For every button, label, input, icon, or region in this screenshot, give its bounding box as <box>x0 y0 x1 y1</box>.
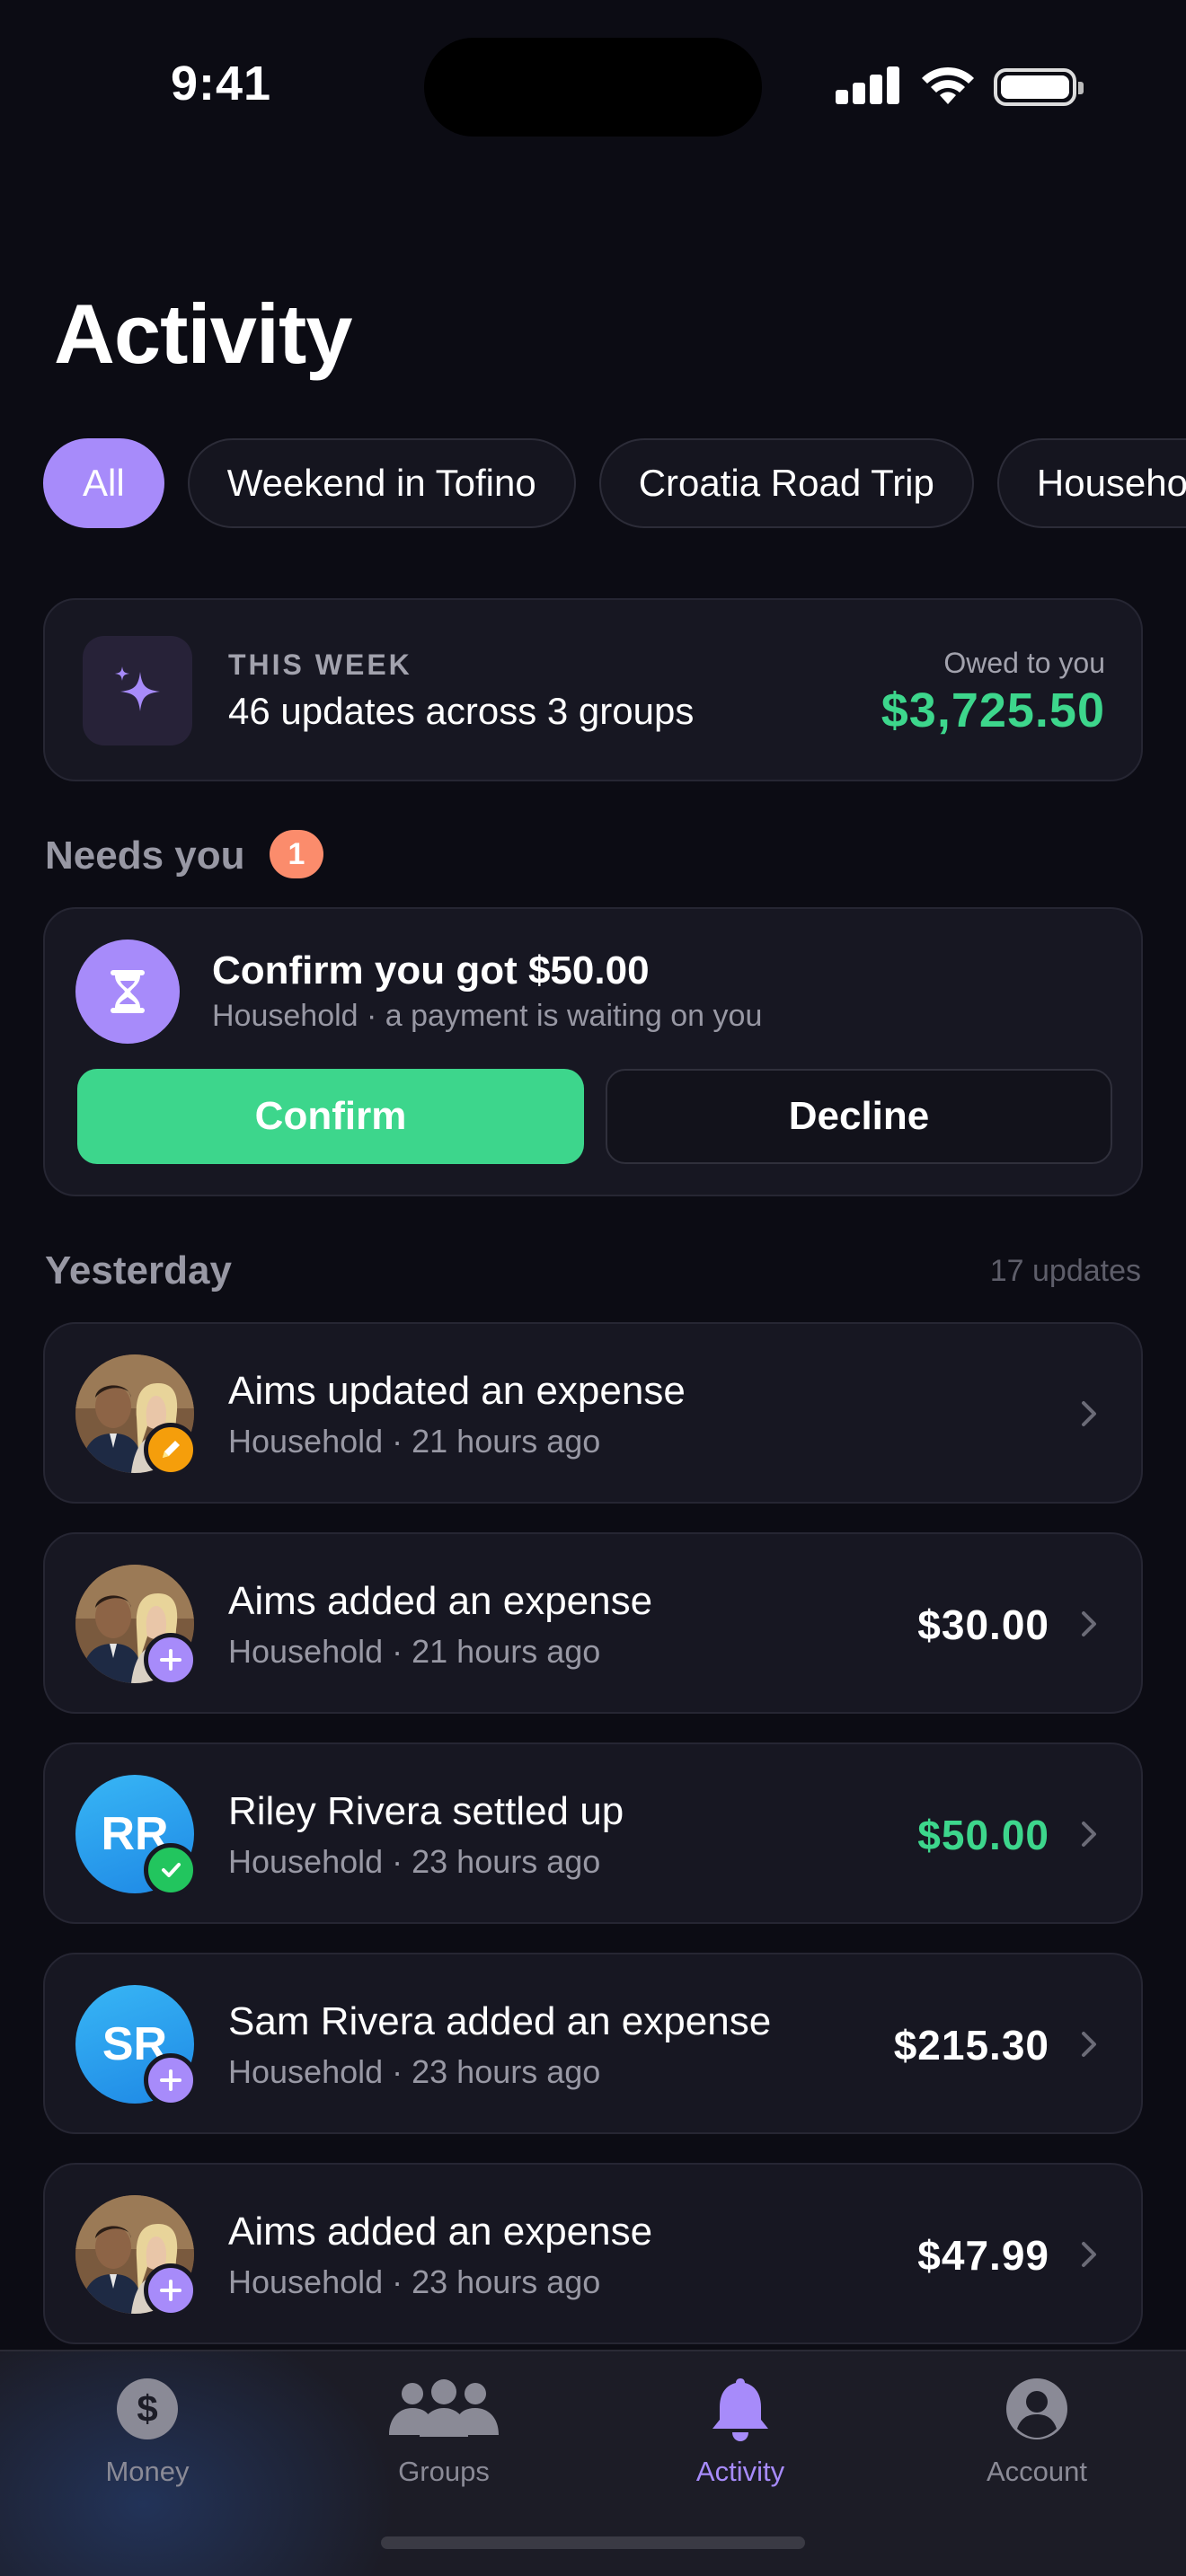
avatar: SR <box>75 1985 198 2107</box>
tab-label: Account <box>986 2456 1087 2487</box>
decline-button[interactable]: Decline <box>606 1069 1112 1164</box>
tab-label: Groups <box>398 2456 490 2487</box>
hourglass-icon <box>75 940 180 1044</box>
status-time: 9:41 <box>171 57 272 110</box>
tab-money[interactable]: $ Money <box>13 2373 282 2517</box>
tab-label: Money <box>105 2456 190 2487</box>
checkmark-icon <box>144 1843 198 1897</box>
yesterday-update-count: 17 updates <box>989 1254 1141 1288</box>
people-icon <box>385 2373 502 2445</box>
activity-row[interactable]: SR Sam Rivera added an expense Household… <box>43 1953 1143 2134</box>
plus-icon <box>144 2053 198 2107</box>
sparkles-icon <box>83 636 192 745</box>
plus-icon <box>144 1633 198 1687</box>
pending-title: Confirm you got $50.00 <box>212 948 650 992</box>
chevron-right-icon <box>1082 2242 1096 2267</box>
dollar-icon: $ <box>89 2373 206 2445</box>
home-indicator[interactable] <box>381 2536 805 2549</box>
avatar <box>75 1565 198 1687</box>
activity-row[interactable]: Aims added an expense Household · 21 hou… <box>43 1532 1143 1714</box>
activity-title: Aims updated an expense <box>228 1369 686 1413</box>
tab-label: Activity <box>695 2456 785 2487</box>
owed-amount: $3,725.50 <box>881 684 1105 737</box>
chevron-right-icon <box>1082 1822 1096 1847</box>
activity-amount: $215.30 <box>893 2022 1049 2069</box>
battery-icon <box>994 68 1084 106</box>
needs-you-count-badge: 1 <box>270 830 323 878</box>
activity-meta: Household · 23 hours ago <box>228 2263 601 2300</box>
avatar <box>75 1354 198 1477</box>
avatar <box>75 2195 198 2317</box>
activity-row[interactable]: Aims added an expense Household · 23 hou… <box>43 2163 1143 2344</box>
chevron-right-icon <box>1082 2032 1096 2057</box>
filter-chip-croatia-road-trip[interactable]: Croatia Road Trip <box>598 438 974 528</box>
cellular-signal-icon <box>836 63 900 108</box>
plus-icon <box>144 2263 198 2317</box>
svg-text:$: $ <box>137 2387 157 2430</box>
chevron-right-icon <box>1082 1401 1096 1426</box>
avatar: RR <box>75 1775 198 1897</box>
needs-you-heading: Needs you <box>45 834 245 878</box>
summary-kicker: THIS WEEK <box>228 648 412 681</box>
activity-amount: $30.00 <box>917 1601 1049 1648</box>
confirm-button[interactable]: Confirm <box>77 1069 584 1164</box>
activity-amount: $50.00 <box>917 1812 1049 1858</box>
activity-title: Riley Rivera settled up <box>228 1789 624 1833</box>
group-filter-chips: All Weekend in Tofino Croatia Road Trip … <box>43 438 1186 530</box>
status-icons <box>836 63 1084 108</box>
activity-list: Aims updated an expense Household · 21 h… <box>43 1322 1143 2373</box>
dynamic-island <box>424 38 762 137</box>
summary-text: 46 updates across 3 groups <box>228 690 695 732</box>
activity-meta: Household · 23 hours ago <box>228 2053 601 2090</box>
activity-row[interactable]: Aims updated an expense Household · 21 h… <box>43 1322 1143 1504</box>
wifi-icon <box>922 66 974 104</box>
status-bar: 9:41 <box>0 0 1186 171</box>
activity-title: Aims added an expense <box>228 1579 653 1623</box>
tab-groups[interactable]: Groups <box>309 2373 579 2517</box>
pencil-icon <box>144 1423 198 1477</box>
owed-label: Owed to you <box>943 647 1105 679</box>
filter-chip-household[interactable]: Household <box>996 438 1186 528</box>
person-icon <box>978 2373 1095 2445</box>
activity-meta: Household · 21 hours ago <box>228 1423 601 1460</box>
activity-meta: Household · 21 hours ago <box>228 1633 601 1670</box>
page-title: Activity <box>54 287 353 381</box>
weekly-summary-card: THIS WEEK 46 updates across 3 groups Owe… <box>43 598 1143 781</box>
activity-row[interactable]: RR Riley Rivera settled up Household · 2… <box>43 1742 1143 1924</box>
filter-chip-all[interactable]: All <box>43 438 164 528</box>
pending-subtitle: Household · a payment is waiting on you <box>212 999 763 1033</box>
activity-amount: $47.99 <box>917 2232 1049 2279</box>
tab-activity[interactable]: Activity <box>606 2373 875 2517</box>
yesterday-heading: Yesterday <box>45 1248 232 1292</box>
activity-meta: Household · 23 hours ago <box>228 1843 601 1880</box>
filter-chip-weekend-in-tofino[interactable]: Weekend in Tofino <box>187 438 576 528</box>
tab-account[interactable]: Account <box>902 2373 1172 2517</box>
pending-confirmation-card: Confirm you got $50.00 Household · a pay… <box>43 907 1143 1196</box>
bell-icon <box>682 2373 799 2445</box>
activity-title: Aims added an expense <box>228 2210 653 2254</box>
activity-title: Sam Rivera added an expense <box>228 1999 772 2043</box>
chevron-right-icon <box>1082 1611 1096 1636</box>
